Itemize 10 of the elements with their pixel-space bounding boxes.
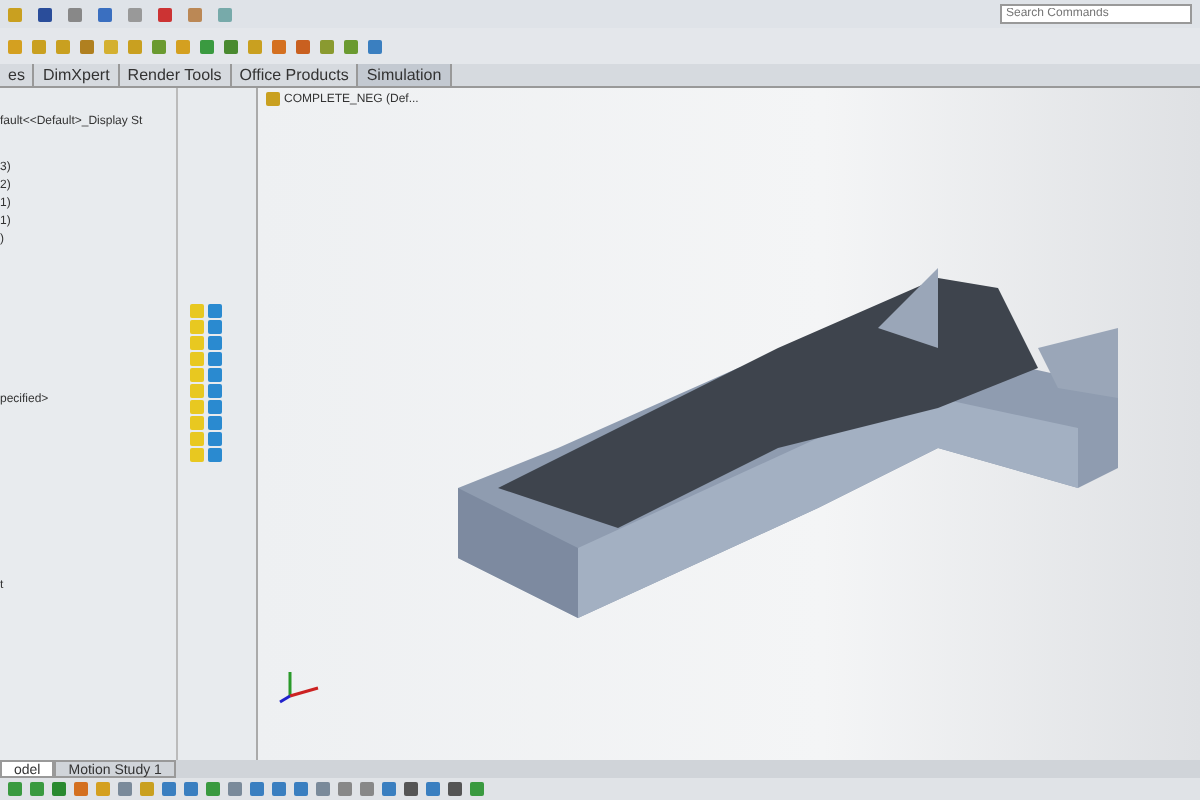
command-tab[interactable]: es	[0, 64, 35, 86]
axis-triad-icon	[278, 668, 322, 704]
toolbar-icon[interactable]	[38, 7, 52, 21]
toolbar-icon[interactable]	[68, 7, 82, 21]
part-icon[interactable]	[266, 92, 280, 106]
command-tab[interactable]: DimXpert	[34, 64, 120, 86]
toolbar-icon[interactable]	[98, 7, 112, 21]
toolbar-icon[interactable]	[158, 7, 172, 21]
command-tab[interactable]: Simulation	[358, 64, 452, 86]
command-tab[interactable]: Render Tools	[119, 64, 232, 86]
